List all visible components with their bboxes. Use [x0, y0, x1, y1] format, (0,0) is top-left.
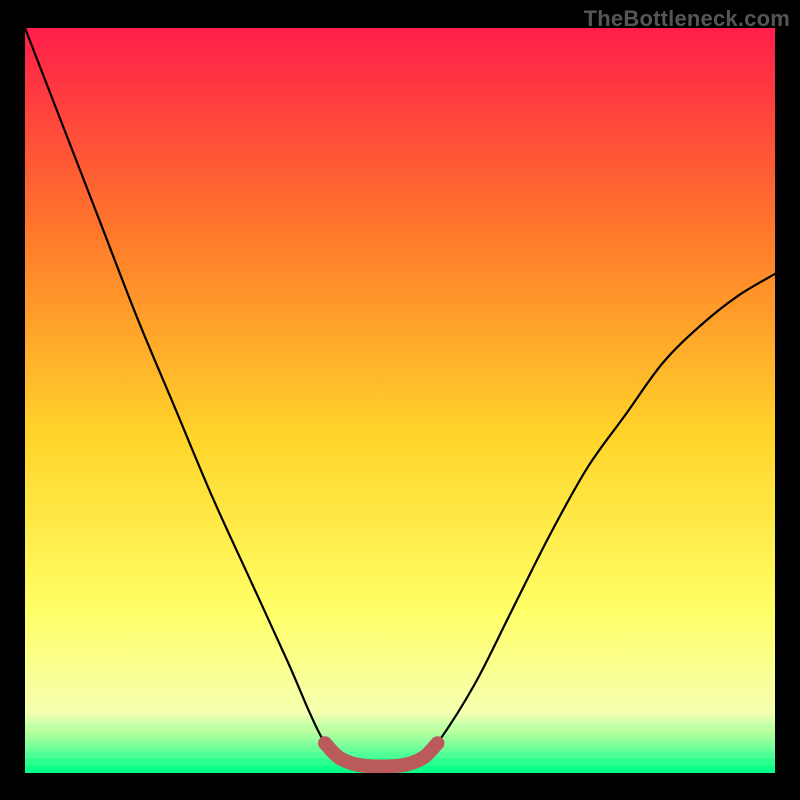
- gradient-background: [25, 28, 775, 773]
- chart-frame: TheBottleneck.com: [0, 0, 800, 800]
- watermark-text: TheBottleneck.com: [584, 6, 790, 32]
- bottleneck-chart: [25, 28, 775, 773]
- plot-area: [25, 28, 775, 773]
